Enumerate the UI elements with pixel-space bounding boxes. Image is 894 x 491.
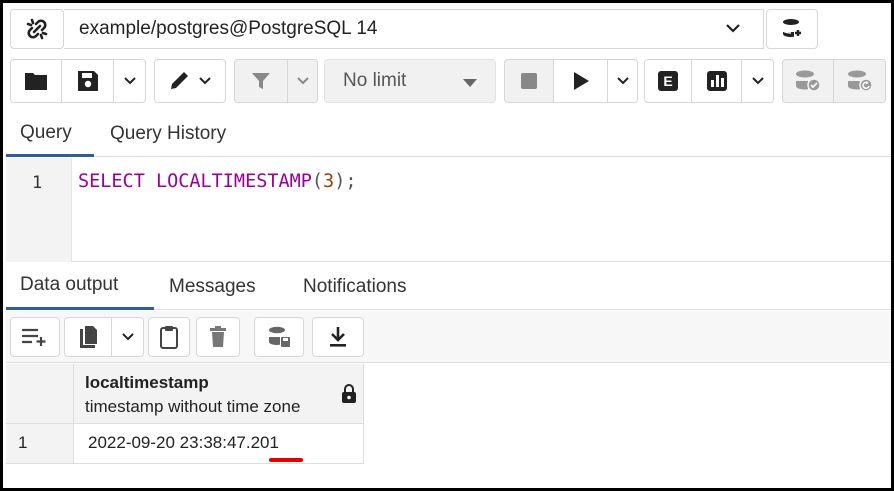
caret-down-icon [463, 79, 477, 87]
grid-corner[interactable] [6, 364, 74, 424]
download-icon [330, 327, 346, 347]
query-tabs: Query Query History [6, 111, 891, 157]
trash-icon [210, 326, 226, 347]
explain-button[interactable]: E [644, 59, 692, 103]
result-cell[interactable]: 2022-09-20 23:38:47.201 [74, 424, 364, 464]
chevron-down-icon [616, 77, 629, 85]
chevron-down-icon [296, 77, 309, 85]
chevron-down-icon [199, 77, 211, 85]
connection-label: example/postgres@PostgreSQL 14 [79, 18, 378, 39]
svg-text:E: E [663, 73, 672, 89]
result-grid: localtimestamp timestamp without time zo… [6, 364, 891, 488]
sql-editor[interactable]: 1 SELECT LOCALTIMESTAMP(3); [6, 158, 891, 262]
query-toolbar: No limit E [10, 59, 890, 103]
download-button[interactable] [312, 317, 364, 357]
edit-menu-button[interactable] [154, 59, 226, 103]
rollback-icon [847, 70, 873, 92]
column-type: timestamp without time zone [85, 397, 301, 416]
tab-query-history-label: Query History [110, 123, 227, 144]
column-name: localtimestamp [85, 373, 209, 392]
execute-options-dropdown[interactable] [608, 59, 638, 103]
tab-data-output[interactable]: Data output [6, 263, 154, 310]
line-gutter: 1 [6, 158, 72, 262]
delete-button[interactable] [196, 317, 240, 357]
copy-options-dropdown[interactable] [112, 317, 144, 357]
open-paren: ( [311, 171, 324, 192]
pen-icon [171, 72, 188, 89]
open-file-button[interactable] [10, 59, 62, 103]
clipboard-icon [160, 326, 178, 349]
stop-icon [521, 73, 537, 89]
column-header[interactable]: localtimestamp timestamp without time zo… [74, 364, 364, 424]
chevron-down-icon [726, 24, 740, 33]
open-folder-icon [25, 73, 47, 90]
explain-analyze-icon [706, 71, 727, 91]
save-data-icon [269, 326, 290, 347]
close-paren: ); [334, 171, 357, 192]
database-icon [782, 19, 801, 37]
chevron-down-icon [751, 77, 764, 85]
execute-query-button[interactable] [554, 59, 608, 103]
save-file-button[interactable] [62, 59, 114, 103]
tab-query-label: Query [20, 121, 72, 143]
filter-button[interactable] [234, 59, 288, 103]
new-connection-button[interactable] [766, 9, 818, 49]
connection-status-button[interactable] [10, 9, 64, 49]
row-limit-select[interactable]: No limit [324, 59, 496, 103]
tab-messages[interactable]: Messages [169, 263, 256, 310]
app-frame: example/postgres@PostgreSQL 14 No limit … [0, 0, 894, 491]
tab-notifications[interactable]: Notifications [303, 263, 407, 310]
link-icon [26, 18, 48, 40]
commit-icon [796, 70, 821, 92]
stop-query-button[interactable] [504, 59, 554, 103]
row-number[interactable]: 1 [6, 424, 74, 464]
save-icon [77, 71, 98, 91]
tab-messages-label: Messages [169, 275, 256, 297]
chevron-down-icon [123, 77, 136, 85]
row-limit-value: No limit [343, 70, 407, 91]
filter-options-dropdown[interactable] [288, 59, 318, 103]
code-line: SELECT LOCALTIMESTAMP(3); [78, 171, 356, 192]
keyword-localtimestamp: LOCALTIMESTAMP [155, 171, 312, 192]
explain-icon: E [658, 71, 678, 91]
lock-icon [342, 384, 356, 403]
copy-button[interactable] [64, 317, 112, 357]
commit-button[interactable] [782, 59, 834, 103]
copy-icon [80, 326, 97, 348]
output-tabs: Data output Messages Notifications [6, 263, 891, 310]
keyword-select: SELECT [78, 171, 145, 192]
add-row-button[interactable] [10, 317, 60, 357]
save-options-dropdown[interactable] [114, 59, 146, 103]
filter-icon [252, 73, 270, 89]
chevron-down-icon [121, 333, 134, 341]
tab-query-history[interactable]: Query History [110, 111, 226, 157]
line-number: 1 [32, 173, 43, 193]
explain-options-dropdown[interactable] [742, 59, 774, 103]
save-data-button[interactable] [254, 317, 304, 357]
connection-bar: example/postgres@PostgreSQL 14 [10, 9, 818, 49]
milliseconds-highlight-underline [269, 458, 303, 462]
tab-notifications-label: Notifications [303, 275, 407, 297]
connection-select[interactable]: example/postgres@PostgreSQL 14 [64, 9, 764, 49]
play-icon [573, 72, 589, 90]
precision-arg: 3 [323, 171, 335, 192]
explain-analyze-button[interactable] [692, 59, 742, 103]
output-toolbar [6, 311, 891, 363]
rollback-button[interactable] [834, 59, 886, 103]
tab-query[interactable]: Query [6, 111, 94, 157]
add-row-icon [22, 328, 46, 346]
paste-button[interactable] [148, 317, 190, 357]
tab-data-output-label: Data output [20, 274, 119, 295]
